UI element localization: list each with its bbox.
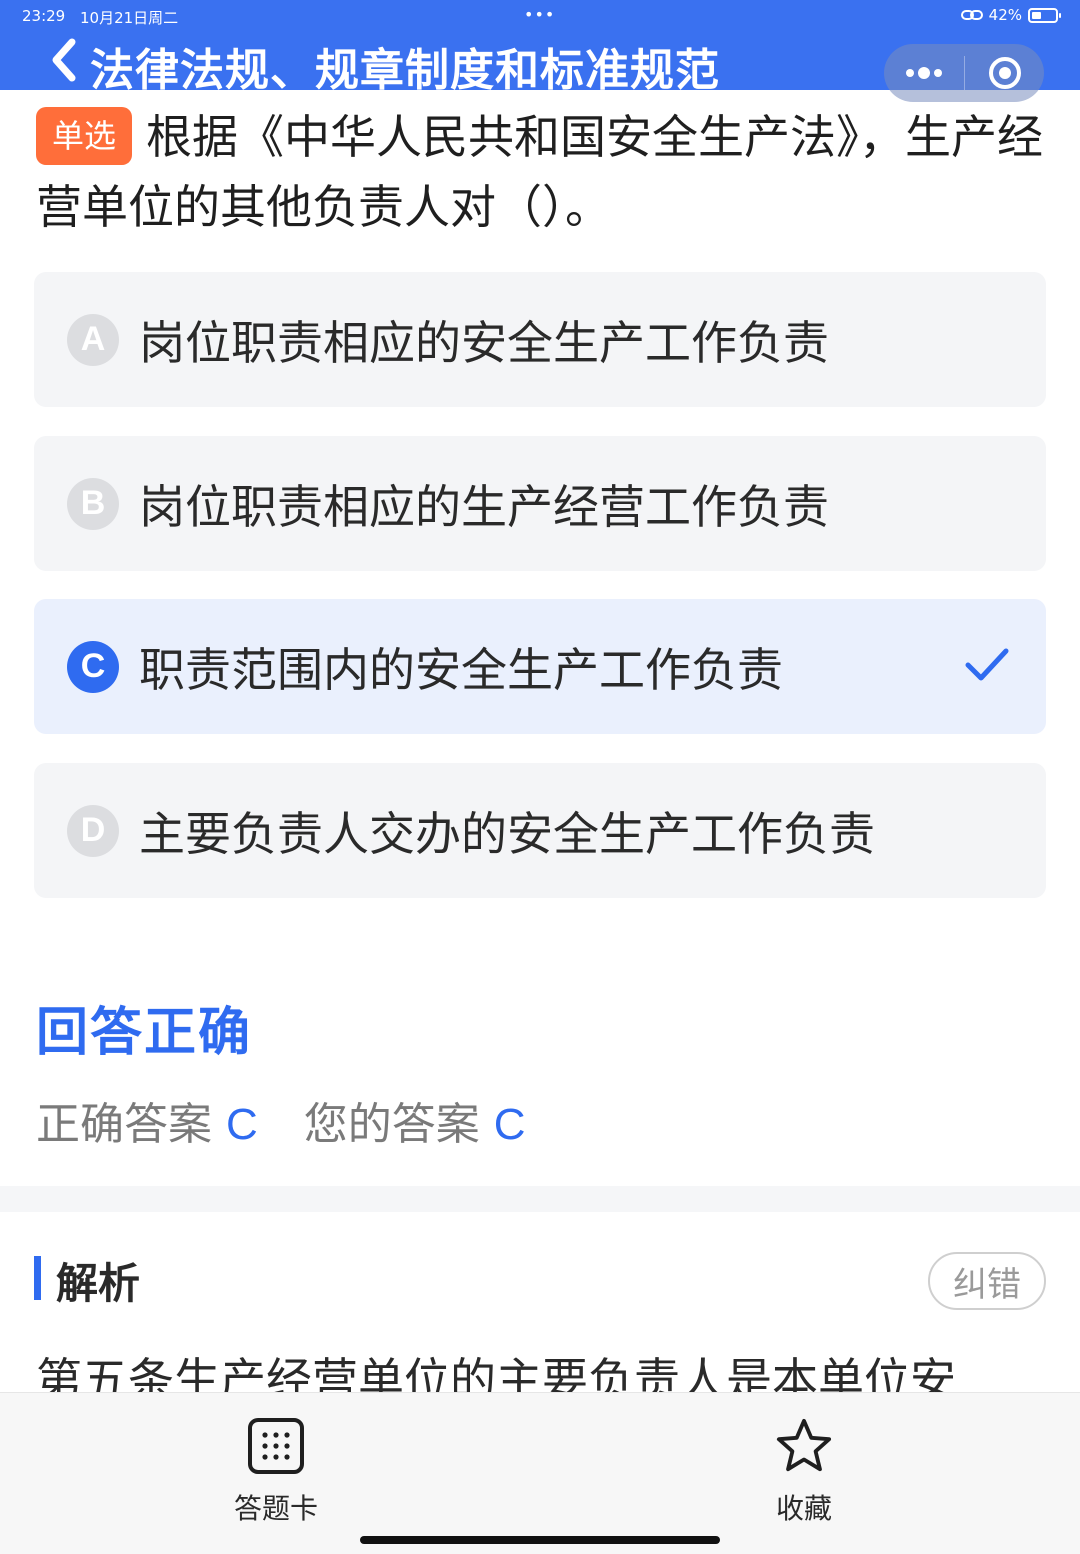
multitask-dots[interactable]: ••• [524, 5, 555, 24]
section-divider [0, 1186, 1080, 1212]
close-target-icon[interactable] [965, 44, 1044, 102]
grid-card-icon [248, 1418, 304, 1474]
analysis-title: 解析 [56, 1259, 141, 1308]
battery-percent: 42% [988, 6, 1022, 24]
answer-card-label: 答题卡 [233, 1492, 318, 1525]
result-title: 回答正确 [36, 1003, 253, 1063]
your-answer-value: C [493, 1100, 526, 1149]
battery-icon [1028, 7, 1061, 23]
correct-answer-value: C [226, 1100, 258, 1149]
star-icon [776, 1418, 832, 1472]
option-text: 岗位职责相应的生产经营工作负责 [139, 479, 829, 534]
question-text: 根据《中华人民共和国安全生产法》，生产经营单位的其他负责人对（）。 [36, 110, 1044, 234]
status-bar: 23:29 10月21日周二 ••• 42% [0, 0, 1080, 32]
option-text: 岗位职责相应的安全生产工作负责 [139, 315, 829, 370]
bottom-toolbar: 答题卡 收藏 [0, 1392, 1080, 1554]
favorite-button[interactable]: 收藏 [704, 1417, 904, 1527]
mini-program-capsule [884, 44, 1044, 102]
option-letter: C [67, 640, 119, 693]
answer-row: 正确答案 C 您的答案 C [36, 1088, 526, 1152]
option-a[interactable]: A 岗位职责相应的安全生产工作负责 [34, 272, 1046, 407]
option-letter: B [67, 477, 119, 530]
top-header: 23:29 10月21日周二 ••• 42% 法律法规、规章制度和标准规范 [0, 0, 1080, 102]
answer-card-button[interactable]: 答题卡 [176, 1417, 376, 1527]
favorite-label: 收藏 [775, 1492, 832, 1525]
option-text: 职责范围内的安全生产工作负责 [139, 642, 783, 697]
option-letter: A [67, 313, 119, 366]
correction-button[interactable]: 纠错 [928, 1252, 1046, 1310]
correct-answer-label: 正确答案 [36, 1099, 212, 1150]
page-title: 法律法规、规章制度和标准规范 [90, 45, 720, 96]
analysis-accent-bar [34, 1256, 41, 1300]
status-time: 23:29 [22, 7, 66, 25]
option-text: 主要负责人交办的安全生产工作负责 [139, 806, 875, 861]
status-date: 10月21日周二 [80, 9, 179, 27]
back-chevron-icon[interactable] [44, 34, 88, 86]
home-indicator[interactable] [360, 1536, 720, 1544]
more-options-icon[interactable] [884, 44, 964, 102]
your-answer-label: 您的答案 [303, 1099, 480, 1150]
option-d[interactable]: D 主要负责人交办的安全生产工作负责 [34, 763, 1046, 898]
status-right: 42% [960, 6, 1061, 24]
option-c[interactable]: C 职责范围内的安全生产工作负责 [34, 599, 1046, 734]
question-type-badge: 单选 [36, 107, 133, 165]
option-letter: D [67, 804, 119, 857]
link-icon [960, 10, 983, 20]
checkmark-icon [965, 648, 1009, 681]
question-stem: 单选 根据《中华人民共和国安全生产法》，生产经营单位的其他负责人对（）。 [36, 102, 1046, 242]
option-b[interactable]: B 岗位职责相应的生产经营工作负责 [34, 436, 1046, 571]
